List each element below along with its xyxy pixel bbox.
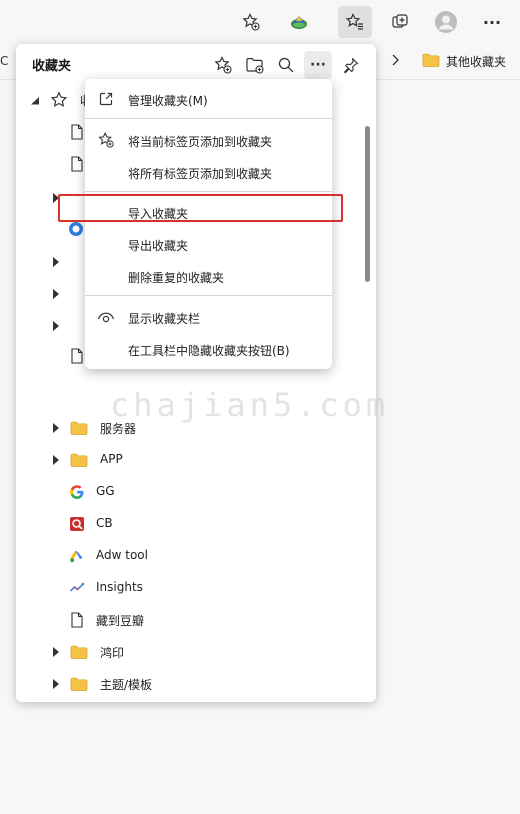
folder-icon bbox=[70, 451, 88, 469]
tree-item-label: CB bbox=[96, 516, 113, 530]
eye-icon bbox=[97, 308, 115, 326]
menu-separator bbox=[85, 191, 332, 192]
menu-item-add-current-tab[interactable]: 将当前标签页添加到收藏夹 bbox=[85, 125, 332, 155]
menu-item-label: 管理收藏夹(M) bbox=[128, 94, 208, 108]
favbar-item-fragment[interactable]: C bbox=[0, 54, 8, 68]
menu-item-remove-duplicates[interactable]: 删除重复的收藏夹 bbox=[85, 261, 332, 291]
tree-link-row[interactable]: Insights bbox=[16, 572, 360, 604]
search-icon[interactable] bbox=[272, 51, 300, 79]
add-favorite-icon bbox=[97, 131, 115, 149]
tree-link-row[interactable]: Adw tool bbox=[16, 540, 360, 572]
tree-item-label: GG bbox=[96, 484, 115, 498]
caret-down-icon[interactable] bbox=[30, 95, 40, 105]
folder-icon bbox=[70, 419, 88, 437]
profile-avatar[interactable] bbox=[429, 6, 463, 38]
folder-icon bbox=[70, 643, 88, 661]
add-favorite-icon[interactable] bbox=[209, 51, 237, 79]
menu-separator bbox=[85, 295, 332, 296]
tree-item-label: APP bbox=[100, 452, 123, 466]
more-options-glyph: ··· bbox=[482, 12, 502, 32]
browser-toolbar: ··· bbox=[0, 0, 520, 44]
caret-right-icon[interactable] bbox=[52, 422, 62, 433]
menu-item-add-all-tabs[interactable]: 将所有标签页添加到收藏夹 bbox=[85, 157, 332, 187]
caret-right-icon[interactable] bbox=[52, 285, 60, 304]
caret-right-icon[interactable] bbox=[52, 253, 60, 272]
caret-right-icon[interactable] bbox=[52, 454, 62, 465]
scrollbar-thumb[interactable] bbox=[365, 126, 370, 282]
chevron-right-icon[interactable] bbox=[388, 52, 402, 72]
menu-item-label: 将当前标签页添加到收藏夹 bbox=[128, 135, 273, 149]
menu-separator bbox=[85, 118, 332, 119]
other-favorites-label: 其他收藏夹 bbox=[446, 55, 507, 69]
menu-item-label: 将所有标签页添加到收藏夹 bbox=[128, 167, 273, 181]
watermark: chajian5.com bbox=[110, 386, 390, 424]
tree-link-row[interactable]: GG bbox=[16, 476, 360, 508]
add-favorite-icon[interactable] bbox=[234, 6, 268, 38]
caret-right-icon[interactable] bbox=[52, 317, 60, 336]
collections-icon[interactable] bbox=[383, 6, 417, 38]
caret-right-icon[interactable] bbox=[52, 646, 62, 657]
other-favorites-folder[interactable]: 其他收藏夹 bbox=[422, 52, 506, 71]
pin-icon[interactable] bbox=[337, 51, 365, 79]
more-options-glyph: ··· bbox=[310, 57, 326, 73]
open-external-icon bbox=[97, 90, 115, 108]
panel-header: 收藏夹 ··· bbox=[16, 44, 376, 84]
tree-link-row[interactable]: CB bbox=[16, 508, 360, 540]
tree-folder-row[interactable]: 鸿印 bbox=[16, 636, 360, 668]
menu-item-label: 显示收藏夹栏 bbox=[128, 312, 201, 326]
menu-item-show-favorites-bar[interactable]: 显示收藏夹栏 bbox=[85, 302, 332, 332]
tree-item-label: 鸿印 bbox=[100, 646, 125, 660]
cb-site-icon bbox=[68, 515, 86, 533]
site-icon bbox=[68, 221, 84, 241]
tree-folder-row[interactable]: 跨境 bbox=[16, 700, 360, 702]
menu-item-manage-favorites[interactable]: 管理收藏夹(M) bbox=[85, 84, 332, 114]
tree-item-label: 主题/模板 bbox=[100, 678, 153, 692]
google-icon bbox=[68, 483, 86, 501]
folder-icon bbox=[422, 52, 440, 71]
extension-icon[interactable] bbox=[282, 6, 316, 38]
tree-link-row[interactable]: 藏到豆瓣 bbox=[16, 604, 360, 636]
tree-folder-row[interactable]: 主题/模板 bbox=[16, 668, 360, 700]
google-ads-icon bbox=[68, 547, 86, 565]
tree-folder-row[interactable]: APP bbox=[16, 444, 360, 476]
annotation-highlight-box bbox=[58, 194, 343, 222]
caret-right-icon[interactable] bbox=[52, 678, 62, 689]
insights-icon bbox=[68, 579, 86, 597]
menu-item-label: 导出收藏夹 bbox=[128, 239, 189, 253]
page-icon bbox=[70, 156, 84, 176]
star-icon bbox=[50, 91, 68, 109]
page-icon bbox=[70, 124, 84, 144]
more-options-icon[interactable]: ··· bbox=[475, 6, 509, 38]
page-icon bbox=[70, 348, 84, 368]
panel-title: 收藏夹 bbox=[32, 59, 72, 74]
folder-icon bbox=[70, 675, 88, 693]
menu-item-hide-favorites-button[interactable]: 在工具栏中隐藏收藏夹按钮(B) bbox=[85, 334, 332, 364]
menu-item-label: 在工具栏中隐藏收藏夹按钮(B) bbox=[128, 344, 290, 358]
tree-item-label: Adw tool bbox=[96, 548, 148, 562]
favorites-icon[interactable] bbox=[338, 6, 372, 38]
tree-item-label: Insights bbox=[96, 580, 143, 594]
page-icon bbox=[68, 611, 86, 629]
more-options-icon[interactable]: ··· bbox=[304, 51, 332, 79]
favorites-more-menu: 管理收藏夹(M) 将当前标签页添加到收藏夹 将所有标签页添加到收藏夹 导入收藏夹… bbox=[85, 79, 332, 369]
menu-item-label: 删除重复的收藏夹 bbox=[128, 271, 225, 285]
tree-item-label: 藏到豆瓣 bbox=[96, 614, 145, 628]
add-folder-icon[interactable] bbox=[241, 51, 269, 79]
menu-item-export-favorites[interactable]: 导出收藏夹 bbox=[85, 229, 332, 259]
